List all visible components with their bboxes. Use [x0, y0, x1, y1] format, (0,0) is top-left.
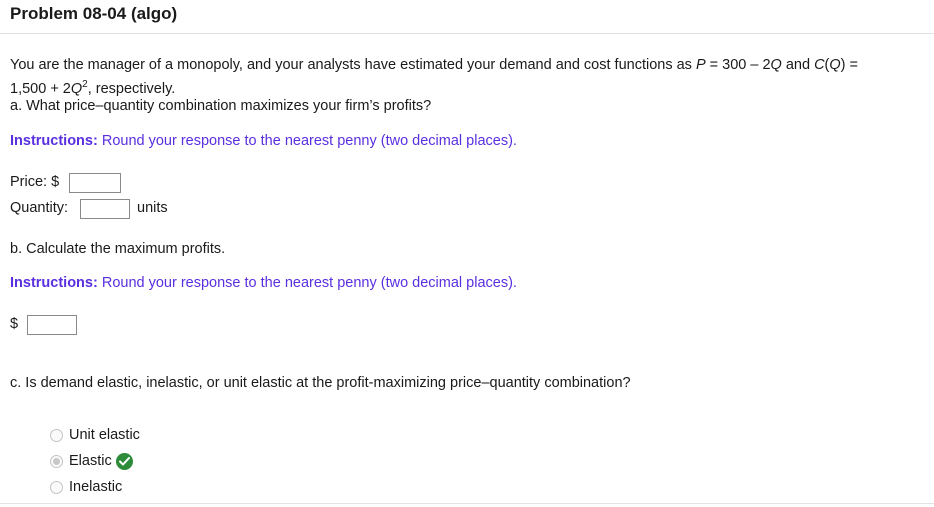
option-inelastic[interactable]: Inelastic — [50, 477, 122, 497]
units-label: units — [137, 200, 168, 216]
option-label: Unit elastic — [69, 427, 140, 443]
option-unit-elastic[interactable]: Unit elastic — [50, 425, 140, 445]
problem-intro-line-1: You are the manager of a monopoly, and y… — [10, 57, 858, 73]
title-divider — [0, 33, 934, 34]
option-elastic[interactable]: Elastic — [50, 451, 133, 471]
part-a-question: a. What price–quantity combination maxim… — [10, 98, 432, 114]
instructions-a: Instructions: Round your response to the… — [10, 133, 517, 149]
page-title: Problem 08-04 (algo) — [10, 4, 178, 23]
instructions-text: Round your response to the nearest penny… — [101, 133, 517, 149]
option-label: Inelastic — [69, 479, 123, 495]
radio-button-selected[interactable] — [50, 454, 63, 468]
price-input[interactable] — [69, 173, 121, 193]
instructions-label: Instructions: — [10, 275, 98, 291]
part-c-question: c. Is demand elastic, inelastic, or unit… — [10, 375, 631, 391]
problem-page: Problem 08-04 (algo) You are the manager… — [0, 0, 934, 507]
instructions-label: Instructions: — [10, 133, 98, 149]
quantity-label: Quantity: — [10, 200, 69, 216]
profit-currency-label: $ — [10, 316, 19, 332]
instructions-b: Instructions: Round your response to the… — [10, 275, 517, 291]
quantity-input[interactable] — [80, 199, 130, 219]
instructions-text: Round your response to the nearest penny… — [101, 275, 517, 291]
radio-button[interactable] — [50, 428, 63, 442]
price-label: Price: $ — [10, 174, 60, 190]
profit-input[interactable] — [27, 315, 77, 335]
part-b-question: b. Calculate the maximum profits. — [10, 241, 226, 257]
option-label: Elastic — [69, 453, 112, 469]
checkmark-correct-icon — [115, 452, 133, 470]
bottom-divider — [0, 503, 934, 504]
radio-button[interactable] — [50, 480, 63, 494]
